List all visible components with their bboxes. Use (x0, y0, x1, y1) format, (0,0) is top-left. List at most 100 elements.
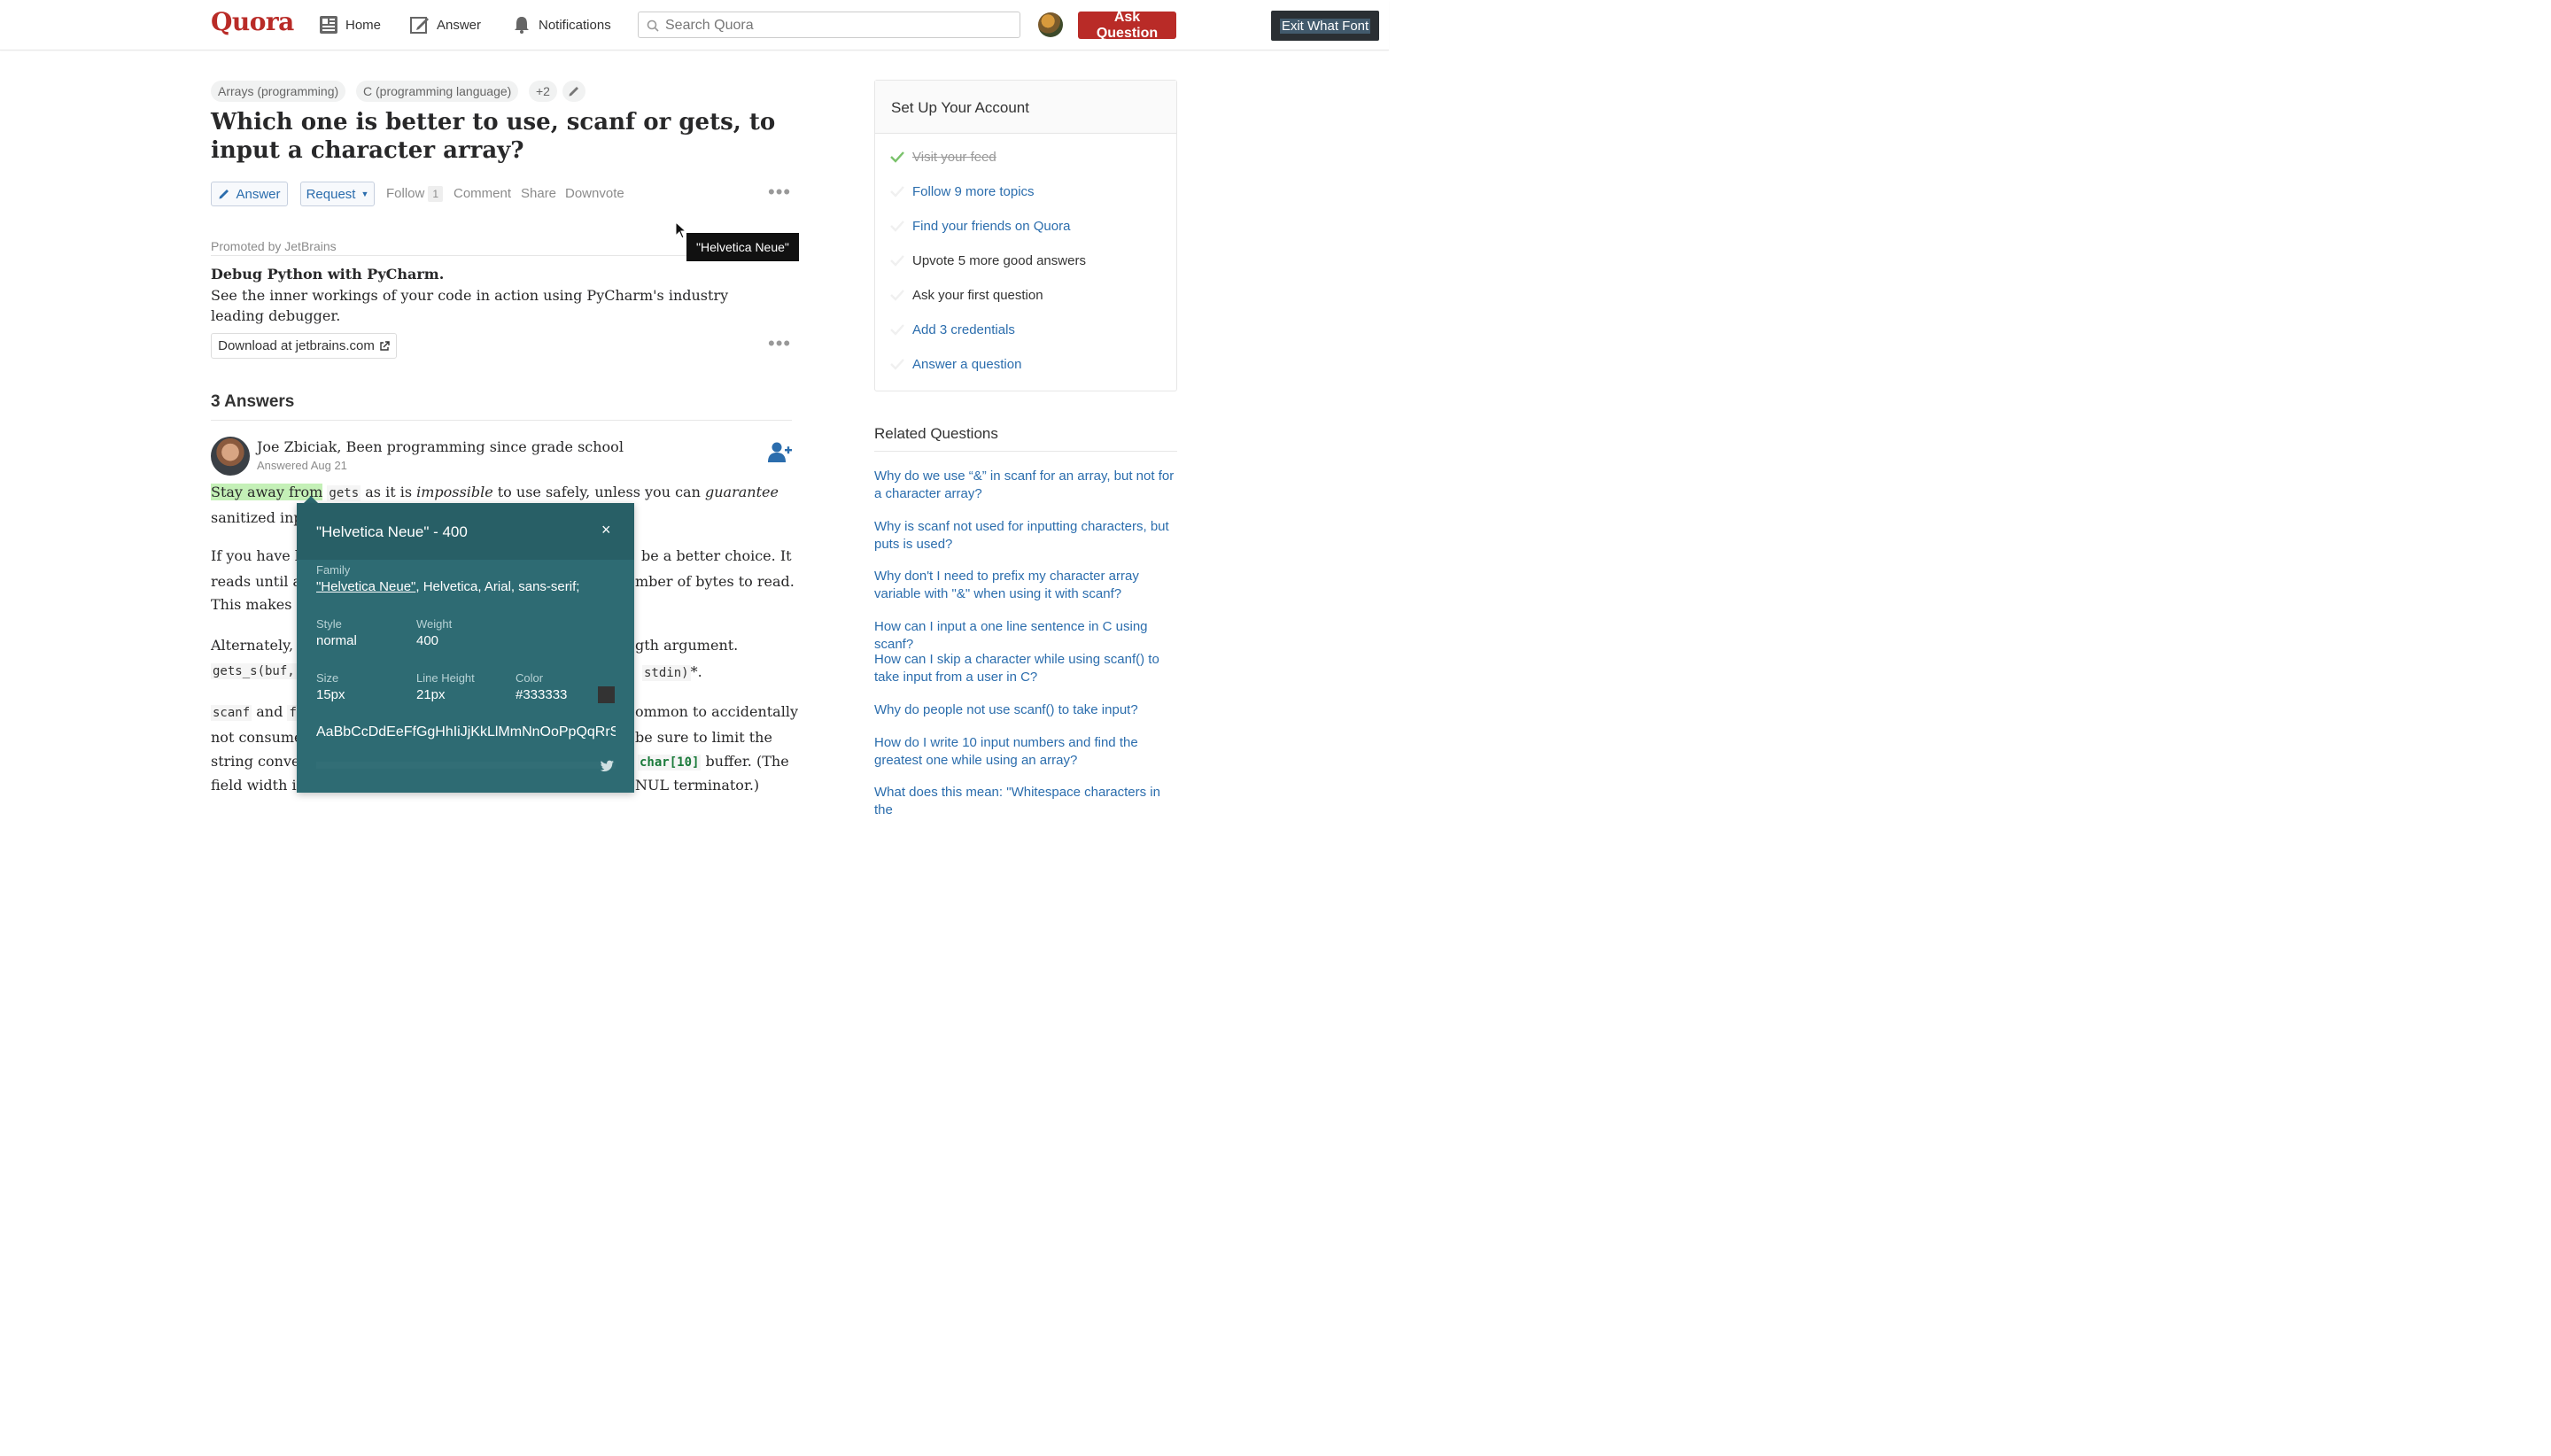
request-button-label: Request (306, 186, 356, 202)
setup-item-label: Answer a question (912, 357, 1022, 372)
related-question-link[interactable]: Why don't I need to prefix my character … (874, 568, 1180, 602)
setup-item-label: Find your friends on Quora (912, 219, 1071, 234)
family-value: "Helvetica Neue", Helvetica, Arial, sans… (316, 579, 579, 594)
search-box[interactable] (638, 12, 1020, 38)
answer-code-line: stdin) *. (642, 663, 702, 681)
setup-item-label: Follow 9 more topics (912, 184, 1035, 199)
check-icon (890, 255, 904, 267)
answer-date[interactable]: Answered Aug 21 (257, 459, 347, 472)
font-tooltip: "Helvetica Neue" (686, 233, 799, 261)
follow-user-icon[interactable] (767, 441, 792, 464)
downvote-button[interactable]: Downvote (565, 186, 624, 201)
exit-what-font-button[interactable]: Exit What Font (1271, 11, 1379, 41)
external-link-icon (380, 340, 390, 351)
nav-notifications[interactable]: Notifications (512, 14, 611, 35)
color-swatch (598, 686, 615, 703)
related-question-link[interactable]: Why is scanf not used for inputting char… (874, 518, 1180, 553)
panel-title: "Helvetica Neue" - 400 (316, 523, 468, 540)
answer-text: to use safely, unless you can (497, 484, 701, 500)
line-height-value: 21px (416, 687, 446, 702)
check-icon (890, 221, 904, 232)
check-icon (890, 324, 904, 336)
home-icon (320, 16, 337, 34)
family-label: Family (316, 563, 351, 577)
topic-tag[interactable]: C (programming language) (356, 81, 519, 102)
setup-item-find-friends[interactable]: Find your friends on Quora (875, 217, 1176, 238)
follow-count: 1 (428, 186, 444, 202)
promo-text: See the inner workings of your code in a… (211, 287, 729, 324)
promo-download-link[interactable]: Download at jetbrains.com (211, 333, 397, 359)
family-rest: , Helvetica, Arial, sans-serif; (415, 579, 580, 594)
setup-header: Set Up Your Account (875, 81, 1176, 134)
answer-text: This makes i (211, 596, 301, 613)
more-options-icon[interactable]: ••• (768, 181, 791, 204)
check-icon (890, 151, 904, 163)
twitter-icon[interactable] (601, 760, 615, 772)
related-question-link[interactable]: Why do we use “&” in scanf for an array,… (874, 468, 1180, 502)
setup-item-follow-topics[interactable]: Follow 9 more topics (875, 182, 1176, 204)
topic-tag-more[interactable]: +2 (529, 81, 557, 102)
related-question-link[interactable]: Why do people not use scanf() to take in… (874, 701, 1180, 719)
setup-item-answer[interactable]: Answer a question (875, 355, 1176, 376)
divider (874, 451, 1177, 452)
quora-logo[interactable]: Quora (211, 7, 294, 36)
pencil-icon (219, 190, 229, 199)
inline-code: gets (327, 485, 361, 501)
answer-text-line: scanf and fs (211, 703, 306, 721)
close-icon[interactable]: × (601, 521, 611, 539)
promo-more-icon[interactable]: ••• (768, 332, 791, 355)
answer-text: ommon to accidentally (635, 703, 798, 720)
answer-code-line: gets_s(buf, (211, 663, 297, 679)
answer-text: string conver (211, 753, 307, 770)
answer-text: field width is (211, 777, 304, 794)
answer-button-label: Answer (236, 186, 281, 202)
answer-text: be a better choice. It (641, 547, 792, 564)
font-inspector-panel: "Helvetica Neue" - 400 × Family "Helveti… (297, 503, 634, 793)
topic-tag[interactable]: Arrays (programming) (211, 81, 346, 102)
answer-text-line: char[10] buffer. (The (638, 753, 789, 771)
nav-answer-label: Answer (437, 17, 482, 33)
pencil-icon (569, 87, 578, 97)
exit-what-font-label: Exit What Font (1279, 18, 1371, 34)
answer-text: If you have li (211, 547, 305, 564)
question-title: Which one is better to use, scanf or get… (211, 109, 776, 164)
edit-topics-button[interactable] (562, 81, 585, 102)
follow-question-button[interactable]: Follow 1 (386, 186, 444, 202)
related-question-link[interactable]: How can I skip a character while using s… (874, 651, 1180, 685)
answer-text: NUL terminator.) (635, 777, 760, 794)
related-question-link[interactable]: How do I write 10 input numbers and find… (874, 734, 1180, 769)
answer-text: buffer. (The (705, 753, 789, 770)
share-button[interactable]: Share (521, 186, 556, 201)
comment-button[interactable]: Comment (454, 186, 511, 201)
line-height-label: Line Height (416, 671, 475, 685)
related-question-link[interactable]: What does this mean: "Whitespace charact… (874, 784, 1180, 818)
panel-footer-bar (316, 762, 616, 769)
setup-item-visit-feed[interactable]: Visit your feed (875, 148, 1176, 169)
color-value: #333333 (516, 687, 568, 702)
user-avatar[interactable] (1038, 12, 1063, 37)
author-avatar[interactable] (211, 437, 250, 476)
style-label: Style (316, 617, 342, 631)
setup-item-label: Ask your first question (912, 288, 1043, 303)
author-name[interactable]: Joe Zbiciak, Been programming since grad… (257, 438, 624, 455)
nav-home[interactable]: Home (319, 14, 381, 35)
setup-item-ask: Ask your first question (875, 286, 1176, 307)
size-value: 15px (316, 687, 345, 702)
request-button[interactable]: Request ▼ (300, 182, 375, 206)
nav-answer[interactable]: Answer (410, 14, 481, 35)
answer-button[interactable]: Answer (211, 182, 288, 206)
ask-question-button[interactable]: Ask Question (1078, 10, 1176, 41)
answer-text: not consume (211, 729, 303, 746)
inline-code: char[10] (638, 755, 702, 771)
inline-code: scanf (211, 705, 252, 721)
search-input[interactable] (663, 16, 1012, 35)
related-question-link[interactable]: How can I input a one line sentence in C… (874, 618, 1180, 653)
family-primary-link[interactable]: "Helvetica Neue" (316, 579, 415, 594)
promo-title[interactable]: Debug Python with PyCharm. (211, 266, 444, 283)
weight-label: Weight (416, 617, 453, 631)
promo-link-label: Download at jetbrains.com (218, 338, 375, 353)
setup-item-credentials[interactable]: Add 3 credentials (875, 321, 1176, 342)
answer-paragraph: Stay away from gets as it is impossible … (211, 484, 779, 501)
inline-code: gets_s(buf, (211, 663, 297, 679)
top-header: Quora Home Answer Notifications Ask Ques… (0, 0, 1389, 50)
